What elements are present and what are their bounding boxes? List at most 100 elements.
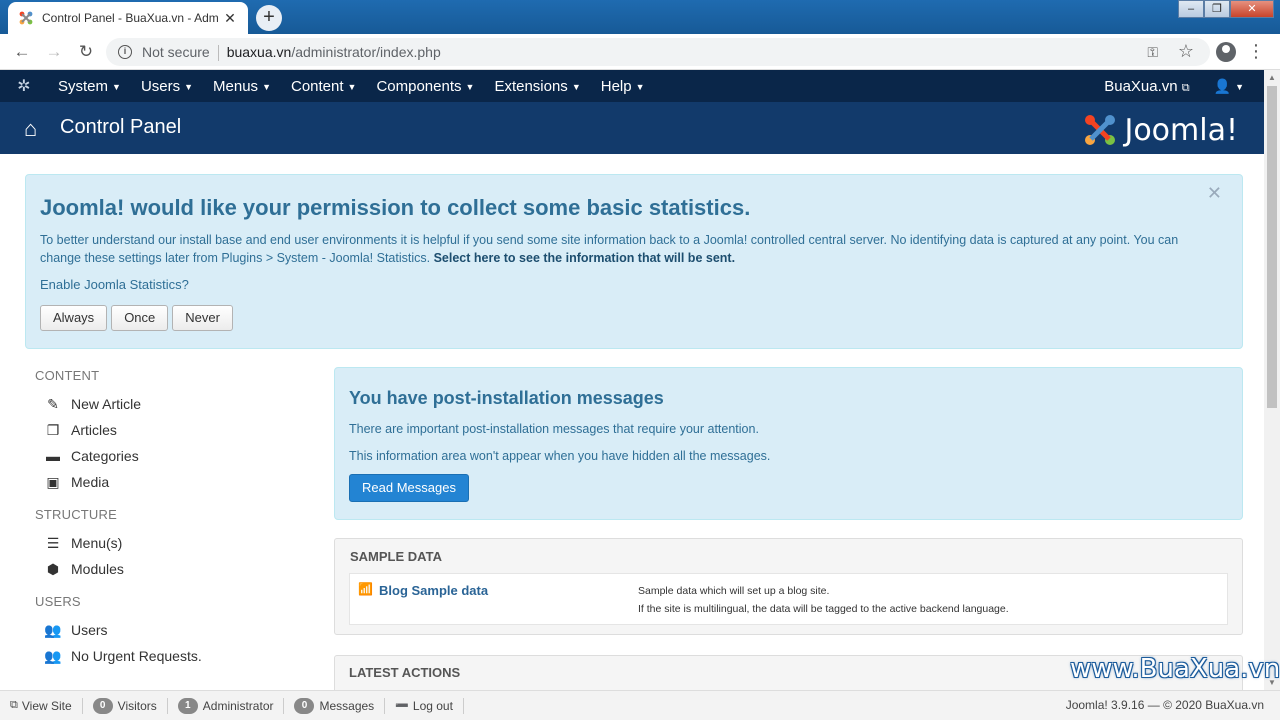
nav-label: Help xyxy=(600,77,632,95)
user-menu[interactable]: 👤 ▼ xyxy=(1204,78,1264,95)
sidebar-item-label: Categories xyxy=(71,448,139,464)
logout-link[interactable]: ➖ Log out xyxy=(385,697,464,714)
window-close-button[interactable]: ✕ xyxy=(1230,0,1274,18)
view-site-link[interactable]: BuaXua.vn ⧉ xyxy=(1090,78,1203,95)
post-install-heading: You have post-installation messages xyxy=(349,388,664,408)
nav-menu-system[interactable]: System ▼ xyxy=(48,78,131,95)
joomla-logo-icon[interactable]: ✲ xyxy=(0,70,48,102)
nav-menu-content[interactable]: Content ▼ xyxy=(281,78,366,95)
alert-heading: Joomla! would like your permission to co… xyxy=(40,195,751,220)
status-label: Visitors xyxy=(117,698,157,713)
sidebar-item-users[interactable]: 👥 Users xyxy=(35,617,315,643)
sidebar-item-label: Menu(s) xyxy=(71,535,123,551)
page-header: ⌂ Control Panel Joomla! xyxy=(0,102,1264,154)
joomla-brand-logo: Joomla! xyxy=(1082,112,1238,148)
nav-menu-users[interactable]: Users ▼ xyxy=(131,78,203,95)
sidebar-item-menus[interactable]: ☰ Menu(s) xyxy=(35,530,315,556)
sample-desc-2: If the site is multilingual, the data wi… xyxy=(638,603,1009,615)
scroll-up-icon[interactable]: ▲ xyxy=(1268,73,1276,82)
profile-icon[interactable] xyxy=(1216,42,1236,62)
sidebar-item-label: Articles xyxy=(71,422,117,438)
sidebar-item-media[interactable]: ▣ Media xyxy=(35,469,315,495)
key-icon[interactable]: ⚿ xyxy=(1147,44,1158,61)
forward-arrow-icon[interactable]: → xyxy=(44,42,64,62)
sidebar-item-requests[interactable]: 👥 No Urgent Requests. xyxy=(35,643,315,669)
info-icon[interactable]: i xyxy=(118,45,132,59)
admin-status-bar: ⧉ View Site 0 Visitors 1 Administrator 0 Mes… xyxy=(0,690,1280,720)
stack-icon: ❐ xyxy=(46,421,60,438)
caret-down-icon: ▼ xyxy=(635,81,645,92)
nav-label: System xyxy=(58,77,109,95)
page-scrollbar[interactable]: ▲ ▼ xyxy=(1264,70,1280,690)
post-install-line1: There are important post-installation me… xyxy=(349,422,759,436)
status-label: View Site xyxy=(21,698,72,713)
sidebar-item-modules[interactable]: ⬢ Modules xyxy=(35,556,315,582)
nav-menu-components[interactable]: Components ▼ xyxy=(366,78,484,95)
browser-menu-icon[interactable]: ⋮ xyxy=(1247,41,1265,61)
window-controls: – ❐ ✕ xyxy=(1178,0,1274,18)
external-link-icon: ⧉ xyxy=(10,699,18,711)
administrator-status[interactable]: 1 Administrator xyxy=(168,697,285,714)
nav-menu-extensions[interactable]: Extensions ▼ xyxy=(484,78,590,95)
list-icon: ☰ xyxy=(46,534,60,551)
alert-description: To better understand our install base an… xyxy=(40,231,1220,267)
nav-label: Extensions xyxy=(494,77,568,95)
show-info-link[interactable]: Select here to see the information that … xyxy=(434,251,735,265)
alert-buttons: Always Once Never xyxy=(40,305,233,331)
panel-title: LATEST ACTIONS xyxy=(349,665,461,680)
url-input[interactable]: i Not secure buaxua.vn/administrator/inde… xyxy=(106,38,1210,66)
once-button[interactable]: Once xyxy=(111,305,169,331)
caret-down-icon: ▼ xyxy=(347,81,357,92)
sidebar-section-title: USERS xyxy=(35,594,81,609)
blog-sample-data-link[interactable]: Blog Sample data xyxy=(379,583,488,598)
status-label: Log out xyxy=(412,698,453,713)
caret-down-icon: ▼ xyxy=(465,81,475,92)
sidebar-item-label: Modules xyxy=(71,561,124,577)
watermark: www.BuaXua.vn xyxy=(1070,654,1280,684)
restore-button[interactable]: ❐ xyxy=(1204,0,1230,18)
back-arrow-icon[interactable]: ← xyxy=(12,42,32,62)
nav-menu-help[interactable]: Help ▼ xyxy=(591,78,655,95)
never-button[interactable]: Never xyxy=(172,305,233,331)
alert-close-icon[interactable]: ✕ xyxy=(1207,183,1222,204)
sidebar-item-categories[interactable]: ▬ Categories xyxy=(35,443,315,469)
sidebar-item-label: Media xyxy=(71,474,110,490)
post-install-line2: This information area won't appear when … xyxy=(349,449,771,463)
caret-down-icon: ▼ xyxy=(1235,81,1244,92)
users-icon: 👥 xyxy=(44,621,62,638)
tab-close-icon[interactable]: ✕ xyxy=(222,10,238,27)
sidebar-item-label: No Urgent Requests. xyxy=(71,648,202,664)
browser-tab[interactable]: Control Panel - BuaXua.vn - Adm ✕ xyxy=(8,2,248,34)
status-badge: 0 xyxy=(294,697,315,714)
status-label: Administrator xyxy=(202,698,274,713)
address-bar: ← → ↻ i Not secure buaxua.vn/administrato… xyxy=(0,34,1280,70)
bookmark-star-icon[interactable]: ☆ xyxy=(1178,41,1194,62)
always-button[interactable]: Always xyxy=(40,305,108,331)
messages-status[interactable]: 0 Messages xyxy=(284,697,386,714)
logout-icon: ➖ xyxy=(395,700,409,712)
sidebar-item-articles[interactable]: ❐ Articles xyxy=(35,417,315,443)
version-info: Joomla! 3.9.16 — © 2020 BuaXua.vn xyxy=(1066,698,1264,712)
new-tab-button[interactable]: + xyxy=(256,5,282,31)
folder-icon: ▬ xyxy=(46,448,60,464)
alert-question: Enable Joomla Statistics? xyxy=(40,277,189,292)
view-site-status-link[interactable]: ⧉ View Site xyxy=(0,697,83,714)
nav-label: Content xyxy=(290,77,344,95)
caret-down-icon: ▼ xyxy=(262,81,271,92)
nav-label: Components xyxy=(376,77,462,95)
sidebar-item-label: New Article xyxy=(71,396,142,412)
sidebar-item-new-article[interactable]: ✎ New Article xyxy=(35,391,315,417)
nav-label: Menus xyxy=(213,77,259,95)
reload-icon[interactable]: ↻ xyxy=(76,42,96,62)
page-title: Control Panel xyxy=(60,116,182,138)
image-icon: ▣ xyxy=(46,473,60,490)
scrollbar-thumb[interactable] xyxy=(1267,86,1277,408)
minimize-button[interactable]: – xyxy=(1178,0,1204,18)
sample-data-panel: SAMPLE DATA 📶 Blog Sample data Sample da… xyxy=(334,538,1243,635)
nav-right: BuaXua.vn ⧉ 👤 ▼ xyxy=(1090,70,1264,102)
read-messages-button[interactable]: Read Messages xyxy=(349,474,469,502)
panel-title: SAMPLE DATA xyxy=(350,549,442,564)
nav-menu-menus[interactable]: Menus ▼ xyxy=(203,78,281,95)
visitors-status[interactable]: 0 Visitors xyxy=(83,697,168,714)
